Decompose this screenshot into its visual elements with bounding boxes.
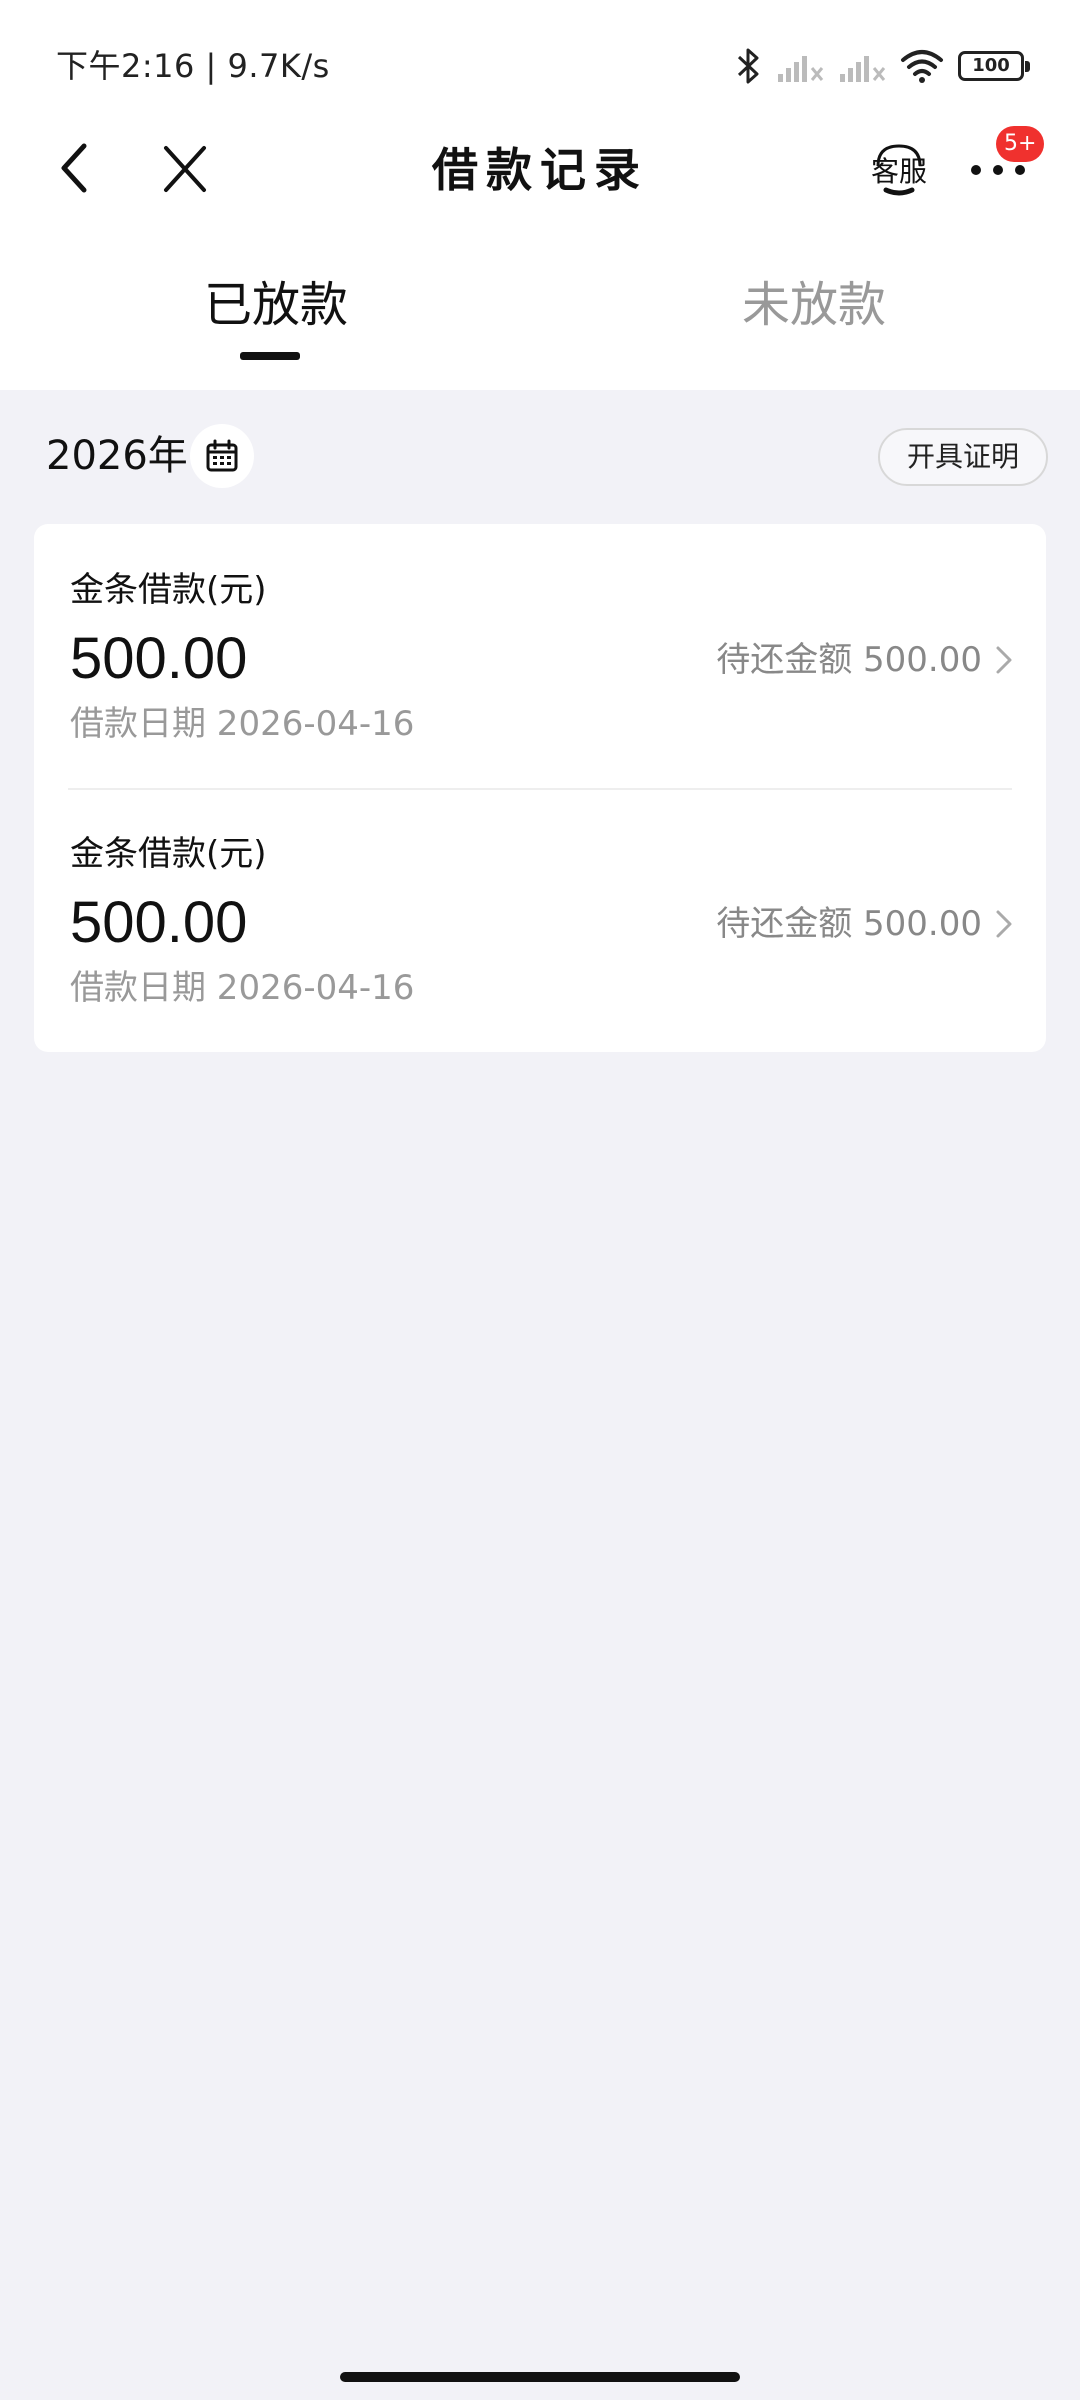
battery-icon: 100 bbox=[958, 51, 1030, 81]
record-amount: 500.00 bbox=[70, 890, 248, 955]
chevron-right-icon bbox=[996, 646, 1012, 674]
calendar-icon bbox=[206, 439, 238, 472]
notification-badge: 5+ bbox=[996, 126, 1045, 162]
record-title: 金条借款(元) bbox=[70, 834, 267, 874]
issue-certificate-button[interactable]: 开具证明 bbox=[878, 428, 1048, 486]
loan-records-card: 金条借款(元) 500.00 借款日期 2026-04-16 待还金额 500.… bbox=[34, 524, 1046, 1052]
home-indicator[interactable] bbox=[340, 2372, 740, 2382]
tab-disbursed[interactable]: 已放款 bbox=[204, 272, 348, 338]
active-tab-indicator bbox=[240, 352, 300, 360]
year-selector[interactable]: 2026年 bbox=[46, 428, 188, 484]
bluetooth-icon bbox=[737, 48, 759, 84]
calendar-button[interactable] bbox=[190, 424, 254, 488]
record-due-amount: 待还金额 500.00 bbox=[716, 640, 982, 680]
signal-icon bbox=[840, 56, 886, 82]
status-time: 下午2:16 | 9.7K/s bbox=[56, 47, 330, 85]
record-title: 金条借款(元) bbox=[70, 570, 267, 610]
signal-icon bbox=[778, 56, 824, 82]
tab-not-disbursed[interactable]: 未放款 bbox=[742, 272, 886, 338]
wifi-icon bbox=[901, 50, 943, 83]
customer-service-button[interactable]: 客服 bbox=[866, 136, 932, 206]
record-date: 借款日期 2026-04-16 bbox=[70, 968, 415, 1008]
list-item[interactable]: 金条借款(元) 500.00 借款日期 2026-04-16 待还金额 500.… bbox=[34, 788, 1046, 1052]
record-date: 借款日期 2026-04-16 bbox=[70, 704, 415, 744]
record-amount: 500.00 bbox=[70, 626, 248, 691]
chevron-right-icon bbox=[996, 910, 1012, 938]
record-due-amount: 待还金额 500.00 bbox=[716, 904, 982, 944]
customer-service-label: 客服 bbox=[870, 155, 927, 188]
list-item[interactable]: 金条借款(元) 500.00 借款日期 2026-04-16 待还金额 500.… bbox=[34, 524, 1046, 790]
status-icons: 100 bbox=[736, 42, 1030, 90]
